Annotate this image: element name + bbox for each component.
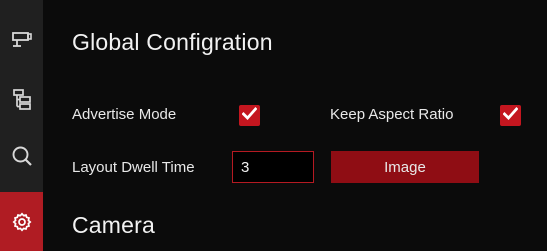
sidebar-item-settings[interactable] — [0, 192, 43, 251]
layout-dwell-time-input[interactable] — [232, 151, 314, 183]
camera-section-title: Camera — [72, 212, 156, 238]
sidebar-item-devices[interactable] — [0, 73, 43, 125]
main-panel: Global Configration Advertise Mode Keep … — [43, 0, 547, 251]
sidebar-item-camera[interactable] — [0, 14, 43, 66]
settings-window: Global Configration Advertise Mode Keep … — [0, 0, 547, 251]
page-title: Global Configration — [72, 29, 273, 55]
keep-aspect-ratio-checkbox[interactable] — [500, 105, 521, 126]
advertise-mode-checkbox[interactable] — [239, 105, 260, 126]
camera-icon — [11, 30, 33, 50]
layout-dwell-time-label: Layout Dwell Time — [72, 159, 195, 176]
hierarchy-icon — [12, 88, 32, 110]
keep-aspect-ratio-label: Keep Aspect Ratio — [330, 106, 454, 123]
sidebar-item-search[interactable] — [0, 130, 43, 182]
checkmark-icon — [241, 106, 258, 125]
search-icon — [11, 145, 33, 167]
image-button[interactable]: Image — [331, 151, 479, 183]
sidebar — [0, 0, 43, 251]
checkmark-icon — [502, 106, 519, 125]
gear-icon — [12, 212, 32, 232]
advertise-mode-label: Advertise Mode — [72, 106, 177, 123]
